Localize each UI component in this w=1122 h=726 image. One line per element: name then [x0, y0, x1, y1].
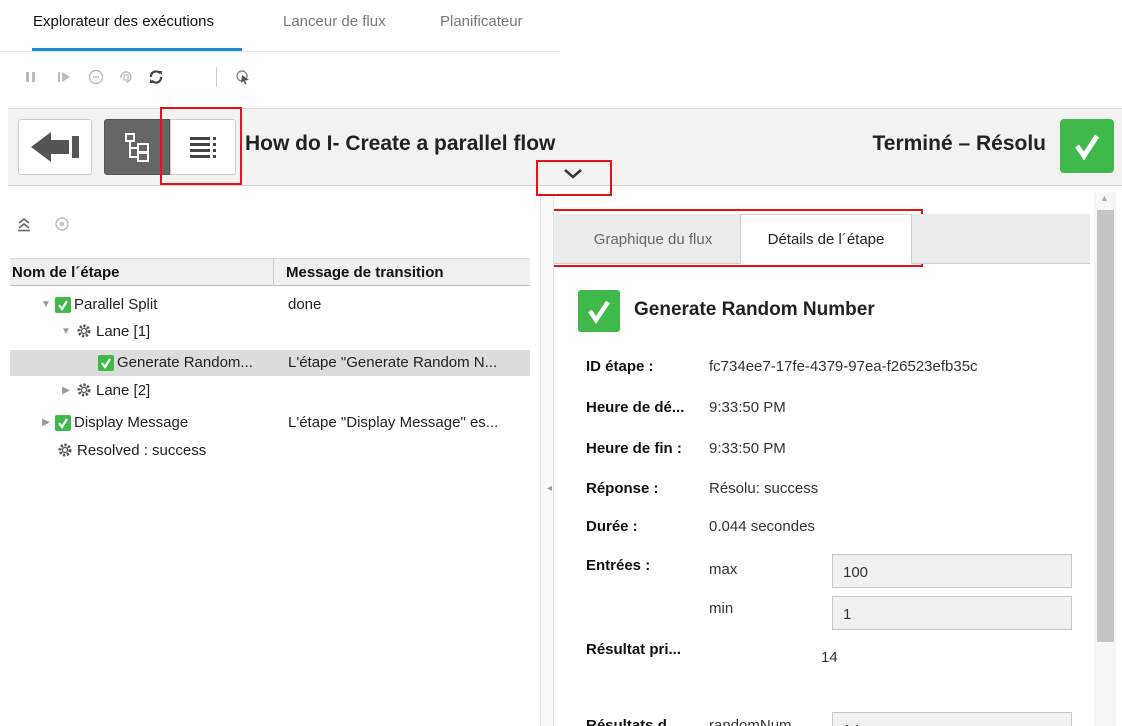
caret-right-icon[interactable]: ▶ — [40, 417, 52, 428]
splitter-collapse-icon[interactable]: ◂ — [547, 483, 553, 509]
response-value: Résolu: success — [709, 480, 819, 497]
tree-view-button[interactable] — [104, 119, 170, 175]
sync-icon[interactable] — [54, 216, 70, 237]
input-value-field[interactable]: 1 — [832, 596, 1072, 630]
primary-result-label: Résultat pri... — [586, 641, 682, 658]
scroll-up-icon[interactable]: ▲ — [1100, 193, 1109, 203]
pick-cursor-icon[interactable] — [234, 68, 252, 86]
caret-down-icon[interactable]: ▼ — [40, 299, 52, 310]
resume-icon[interactable] — [117, 68, 135, 86]
duration-label: Durée : — [586, 518, 638, 535]
step-name: Resolved : success — [77, 441, 207, 459]
tree-view-icon — [125, 133, 149, 162]
inputs-label: Entrées : — [586, 557, 651, 574]
refresh-icon[interactable] — [147, 68, 165, 86]
top-divider — [0, 51, 560, 52]
caret-right-icon[interactable]: ▶ — [60, 385, 72, 396]
flow-title: How do I- Create a parallel flow — [245, 132, 556, 155]
list-view-button[interactable] — [170, 119, 236, 175]
transition-message: L'étape "Generate Random N... — [288, 354, 498, 371]
toolbar-divider — [216, 67, 217, 87]
input-name: min — [709, 600, 734, 617]
caret-down-icon[interactable]: ▼ — [60, 326, 72, 337]
end-time-label: Heure de fin : — [586, 440, 682, 457]
run-toolbar — [0, 60, 300, 94]
start-time-label: Heure de dé... — [586, 399, 685, 416]
gear-icon — [56, 441, 74, 459]
gear-icon — [75, 381, 93, 399]
tab-run-explorer[interactable]: Explorateur des exécutions — [33, 13, 214, 30]
result-value-field[interactable]: 14 — [832, 712, 1072, 726]
table-row[interactable]: Resolved : success — [10, 437, 530, 463]
detail-tab-bar: Graphique du flux Détails de l´étape — [554, 214, 1090, 264]
step-id-label: ID étape : — [586, 358, 654, 375]
table-row[interactable]: ▼ Parallel Split done — [10, 292, 530, 318]
collapse-all-icon[interactable] — [16, 216, 32, 237]
step-name: Generate Random... — [117, 354, 253, 371]
tree-tools — [16, 216, 96, 236]
result-name: randomNum — [709, 717, 792, 726]
primary-result-value: 14 — [821, 649, 838, 666]
duration-value: 0.044 secondes — [709, 518, 815, 535]
scrollbar-thumb[interactable] — [1097, 210, 1114, 642]
table-row[interactable]: ▼ Lane [1] — [10, 318, 530, 344]
step-id-value: fc734ee7-17fe-4379-97ea-f26523efb35c — [709, 358, 978, 375]
table-row[interactable]: ▶ Display Message L'étape "Display Messa… — [10, 410, 530, 436]
step-title: Generate Random Number — [634, 299, 875, 320]
success-check-icon — [55, 414, 71, 431]
success-check-icon — [98, 354, 114, 371]
input-value-field[interactable]: 100 — [832, 554, 1072, 588]
step-name: Parallel Split — [74, 296, 158, 313]
back-button[interactable] — [18, 119, 92, 175]
table-row[interactable]: Generate Random... L'étape "Generate Ran… — [10, 350, 530, 376]
step-name: Lane [2] — [96, 381, 151, 399]
step-name: Display Message — [74, 414, 189, 431]
transition-message: L'étape "Display Message" es... — [288, 414, 499, 431]
top-tab-bar: Explorateur des exécutions Lanceur de fl… — [0, 0, 1122, 52]
panel-splitter[interactable] — [540, 196, 554, 726]
success-check-icon — [55, 296, 71, 313]
cancel-icon[interactable] — [87, 68, 105, 86]
step-name: Lane [1] — [96, 322, 151, 340]
expand-header-chevron-icon[interactable] — [560, 166, 586, 182]
start-time-value: 9:33:50 PM — [709, 399, 786, 416]
column-divider[interactable] — [273, 258, 274, 286]
tab-step-details[interactable]: Détails de l´étape — [740, 214, 912, 264]
table-row[interactable]: ▶ Lane [2] — [10, 377, 530, 403]
col-transition-message[interactable]: Message de transition — [286, 264, 444, 281]
status-check-icon — [1060, 119, 1114, 173]
step-success-check-icon — [578, 290, 620, 332]
tab-scheduler[interactable]: Planificateur — [440, 13, 523, 30]
col-step-name[interactable]: Nom de l´étape — [12, 264, 120, 281]
step-icon[interactable] — [55, 68, 73, 86]
end-time-value: 9:33:50 PM — [709, 440, 786, 457]
pause-icon[interactable] — [22, 68, 40, 86]
tab-flow-launcher[interactable]: Lanceur de flux — [283, 13, 386, 30]
list-view-icon — [190, 137, 216, 158]
results-label: Résultats d... — [586, 717, 680, 726]
transition-message: done — [288, 296, 322, 313]
steps-table-header: Nom de l´étape Message de transition — [10, 258, 530, 286]
input-name: max — [709, 561, 738, 578]
run-status-text: Terminé – Résolu — [872, 132, 1047, 155]
gear-icon — [75, 322, 93, 340]
response-label: Réponse : — [586, 480, 659, 497]
tab-flow-graph[interactable]: Graphique du flux — [566, 214, 740, 264]
back-arrow-icon — [31, 132, 79, 162]
